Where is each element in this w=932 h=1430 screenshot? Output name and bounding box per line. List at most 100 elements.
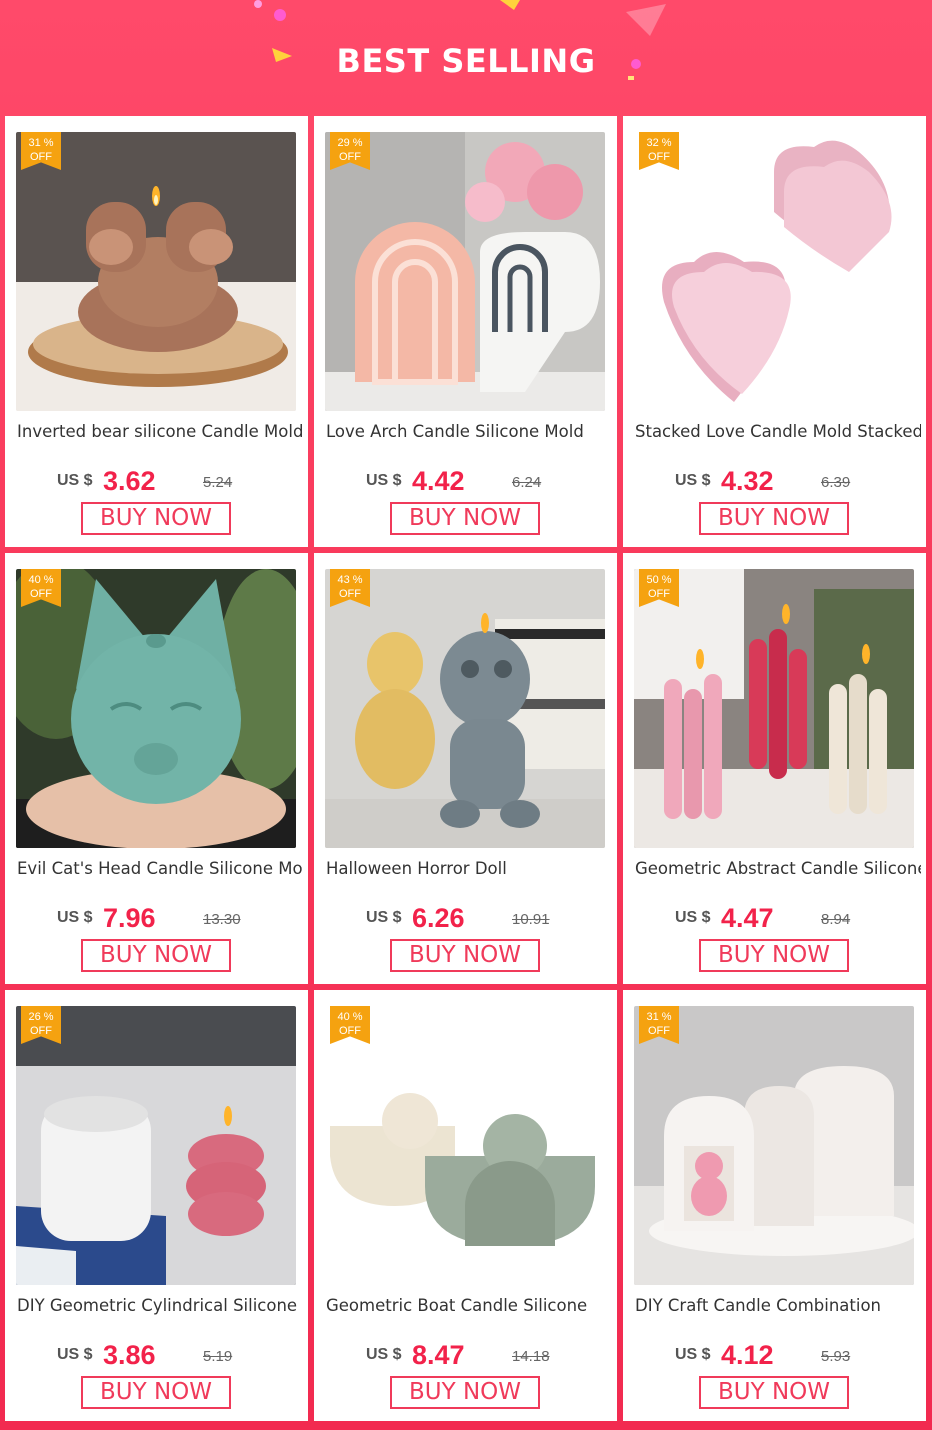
discount-off-label: OFF: [648, 1025, 670, 1037]
sale-price: 7.96: [103, 903, 156, 933]
original-price: 5.19: [203, 1348, 233, 1365]
product-image[interactable]: [634, 1006, 914, 1285]
bear-candle-image: [16, 132, 296, 411]
product-image[interactable]: [325, 1006, 605, 1285]
product-name[interactable]: Love Arch Candle Silicone Mold: [326, 422, 612, 444]
discount-off-label: OFF: [648, 151, 670, 163]
currency-label: US $: [57, 1346, 93, 1363]
sale-price: 3.86: [103, 1340, 156, 1370]
product-name[interactable]: DIY Craft Candle Combination: [635, 1296, 921, 1318]
original-price: 6.24: [512, 474, 542, 491]
currency-label: US $: [57, 909, 93, 926]
original-price: 10.91: [512, 911, 550, 928]
combination-candle-image: [634, 1006, 914, 1285]
sale-price: 4.12: [721, 1340, 774, 1370]
product-card[interactable]: 32 % OFF Stacked Love Candle Mold Stacke…: [623, 116, 926, 547]
product-name[interactable]: Geometric Abstract Candle Silicone: [635, 859, 921, 881]
product-name[interactable]: DIY Geometric Cylindrical Silicone: [17, 1296, 303, 1318]
discount-percent: 40 %: [337, 1011, 363, 1023]
pillar-candle-image: [634, 569, 914, 848]
product-name[interactable]: Halloween Horror Doll: [326, 859, 612, 881]
product-image[interactable]: [634, 132, 914, 411]
original-price: 13.30: [203, 911, 241, 928]
discount-percent: 40 %: [28, 574, 54, 586]
currency-label: US $: [366, 472, 402, 489]
product-card[interactable]: 29 % OFF Love Arch Candle Silicone Mold …: [314, 116, 617, 547]
discount-percent: 31 %: [28, 137, 54, 149]
original-price: 8.94: [821, 911, 851, 928]
buy-now-button[interactable]: BUY NOW: [390, 939, 540, 972]
price-row: US $ 4.47 8.94: [623, 903, 926, 933]
buy-now-button[interactable]: BUY NOW: [390, 1376, 540, 1409]
currency-label: US $: [57, 472, 93, 489]
price-row: US $ 4.42 6.24: [314, 466, 617, 496]
sale-price: 8.47: [412, 1340, 465, 1370]
product-name[interactable]: Inverted bear silicone Candle Mold: [17, 422, 303, 444]
original-price: 14.18: [512, 1348, 550, 1365]
currency-label: US $: [366, 909, 402, 926]
product-image[interactable]: [325, 569, 605, 848]
arch-candle-image: [325, 132, 605, 411]
price-row: US $ 3.86 5.19: [5, 1340, 308, 1370]
price-row: US $ 4.12 5.93: [623, 1340, 926, 1370]
discount-off-label: OFF: [339, 1025, 361, 1037]
discount-off-label: OFF: [30, 588, 52, 600]
sale-price: 4.32: [721, 466, 774, 496]
sale-price: 4.47: [721, 903, 774, 933]
product-card[interactable]: 31 % OFF Inverted bear silicone Candle M…: [5, 116, 308, 547]
buy-now-button[interactable]: BUY NOW: [81, 1376, 231, 1409]
original-price: 5.93: [821, 1348, 851, 1365]
horror-doll-candle-image: [325, 569, 605, 848]
currency-label: US $: [675, 1346, 711, 1363]
discount-percent: 26 %: [28, 1011, 54, 1023]
product-name[interactable]: Geometric Boat Candle Silicone: [326, 1296, 612, 1318]
product-card[interactable]: 26 % OFF DIY Geometric Cylindrical Silic…: [5, 990, 308, 1421]
product-image[interactable]: [325, 132, 605, 411]
discount-off-label: OFF: [30, 151, 52, 163]
sale-price: 3.62: [103, 466, 156, 496]
sale-price: 6.26: [412, 903, 465, 933]
buy-now-button[interactable]: BUY NOW: [699, 939, 849, 972]
heart-candle-image: [634, 132, 914, 411]
product-card[interactable]: 40 % OFF Evil Cat's Head Candle Silicone…: [5, 553, 308, 984]
currency-label: US $: [366, 1346, 402, 1363]
discount-off-label: OFF: [648, 588, 670, 600]
product-name[interactable]: Evil Cat's Head Candle Silicone Mold: [17, 859, 303, 881]
product-name[interactable]: Stacked Love Candle Mold Stacked: [635, 422, 921, 444]
price-row: US $ 6.26 10.91: [314, 903, 617, 933]
product-image[interactable]: [634, 569, 914, 848]
price-row: US $ 3.62 5.24: [5, 466, 308, 496]
product-card[interactable]: 43 % OFF Halloween Horror Doll US $ 6.26…: [314, 553, 617, 984]
discount-percent: 31 %: [646, 1011, 672, 1023]
buy-now-button[interactable]: BUY NOW: [81, 939, 231, 972]
sale-price: 4.42: [412, 466, 465, 496]
discount-percent: 29 %: [337, 137, 363, 149]
original-price: 5.24: [203, 474, 233, 491]
currency-label: US $: [675, 472, 711, 489]
product-image[interactable]: [16, 132, 296, 411]
buy-now-button[interactable]: BUY NOW: [699, 502, 849, 535]
discount-off-label: OFF: [339, 588, 361, 600]
price-row: US $ 4.32 6.39: [623, 466, 926, 496]
currency-label: US $: [675, 909, 711, 926]
boat-candle-image: [325, 1006, 605, 1285]
buy-now-button[interactable]: BUY NOW: [390, 502, 540, 535]
original-price: 6.39: [821, 474, 851, 491]
discount-percent: 32 %: [646, 137, 672, 149]
discount-percent: 43 %: [337, 574, 363, 586]
best-selling-header: BEST SELLING: [0, 0, 932, 116]
product-card[interactable]: 50 % OFF Geometric Abstract Candle Silic…: [623, 553, 926, 984]
buy-now-button[interactable]: BUY NOW: [81, 502, 231, 535]
product-image[interactable]: [16, 1006, 296, 1285]
price-row: US $ 8.47 14.18: [314, 1340, 617, 1370]
product-card[interactable]: 31 % OFF DIY Craft Candle Combination US…: [623, 990, 926, 1421]
product-card[interactable]: 40 % OFF Geometric Boat Candle Silicone …: [314, 990, 617, 1421]
price-row: US $ 7.96 13.30: [5, 903, 308, 933]
product-image[interactable]: [16, 569, 296, 848]
discount-off-label: OFF: [30, 1025, 52, 1037]
page-title: BEST SELLING: [336, 42, 596, 80]
buy-now-button[interactable]: BUY NOW: [699, 1376, 849, 1409]
cylinder-candle-image: [16, 1006, 296, 1285]
cat-head-candle-image: [16, 569, 296, 848]
discount-percent: 50 %: [646, 574, 672, 586]
